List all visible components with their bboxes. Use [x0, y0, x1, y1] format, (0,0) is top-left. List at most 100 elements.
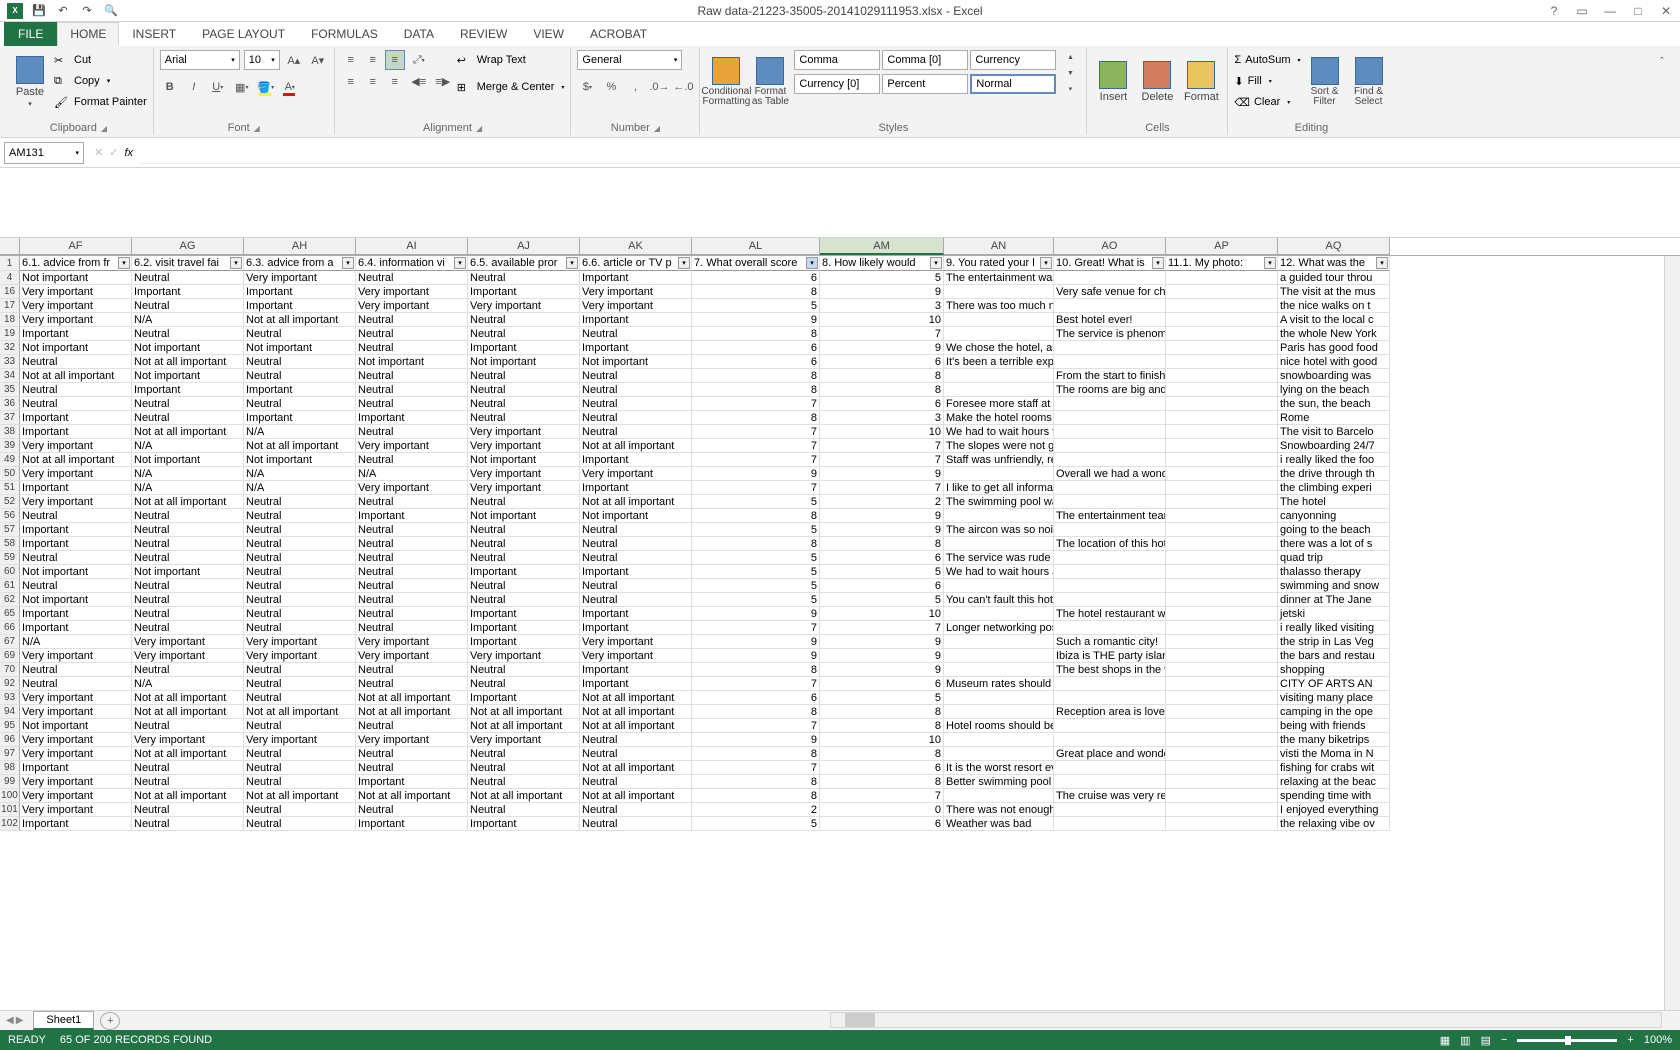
- cell[interactable]: 7: [692, 481, 820, 495]
- cell[interactable]: Not at all important: [20, 369, 132, 383]
- cell[interactable]: Not at all important: [20, 453, 132, 467]
- cell[interactable]: Very important: [244, 635, 356, 649]
- cell[interactable]: 9: [692, 313, 820, 327]
- column-header-AM[interactable]: AM: [820, 238, 944, 255]
- cell[interactable]: Neutral: [356, 719, 468, 733]
- clear-button[interactable]: ⌫Clear▾: [1234, 92, 1300, 112]
- cell[interactable]: Important: [244, 411, 356, 425]
- cell[interactable]: [944, 635, 1054, 649]
- cell[interactable]: Neutral: [132, 621, 244, 635]
- cell[interactable]: [1166, 355, 1278, 369]
- normal-view-button[interactable]: ▦: [1440, 1034, 1450, 1047]
- cell[interactable]: 8: [692, 509, 820, 523]
- cell[interactable]: [944, 369, 1054, 383]
- cell[interactable]: Neutral: [468, 677, 580, 691]
- cell[interactable]: [944, 733, 1054, 747]
- cell[interactable]: From the start to finish the customer se…: [1054, 369, 1166, 383]
- cell[interactable]: Very important: [356, 439, 468, 453]
- cell[interactable]: Not at all important: [244, 313, 356, 327]
- save-button[interactable]: 💾: [28, 1, 50, 21]
- cell[interactable]: Very important: [132, 635, 244, 649]
- cell[interactable]: Neutral: [580, 537, 692, 551]
- cell[interactable]: 7: [820, 481, 944, 495]
- sort-filter-button[interactable]: Sort & Filter: [1305, 50, 1345, 114]
- row-header[interactable]: 97: [0, 747, 20, 761]
- cell[interactable]: [1166, 313, 1278, 327]
- cell[interactable]: 5: [820, 593, 944, 607]
- cell[interactable]: 5: [692, 299, 820, 313]
- row-header[interactable]: 39: [0, 439, 20, 453]
- undo-button[interactable]: ↶: [52, 1, 74, 21]
- cell[interactable]: The service was rude and we had to wait …: [944, 551, 1054, 565]
- cell[interactable]: Important: [132, 285, 244, 299]
- cell[interactable]: Neutral: [580, 593, 692, 607]
- cell[interactable]: Important: [468, 621, 580, 635]
- cell[interactable]: [1054, 397, 1166, 411]
- cell[interactable]: Neutral: [580, 747, 692, 761]
- cell[interactable]: Very important: [356, 649, 468, 663]
- cell[interactable]: Important: [356, 817, 468, 831]
- cell[interactable]: [1054, 551, 1166, 565]
- format-painter-button[interactable]: 🖌Format Painter: [54, 92, 147, 112]
- cell[interactable]: The swimming pool was dirty. Clean it up…: [944, 495, 1054, 509]
- cell[interactable]: Very important: [132, 733, 244, 747]
- cell-style-comma[interactable]: Comma: [794, 50, 880, 70]
- cell[interactable]: [944, 789, 1054, 803]
- cell[interactable]: Important: [580, 271, 692, 285]
- bold-button[interactable]: B: [160, 77, 180, 97]
- cell[interactable]: lying on the beach: [1278, 383, 1390, 397]
- row-header[interactable]: 101: [0, 803, 20, 817]
- cell[interactable]: Important: [132, 383, 244, 397]
- cell-style-comma-0-[interactable]: Comma [0]: [882, 50, 968, 70]
- wrap-text-button[interactable]: ↩Wrap Text: [457, 50, 565, 70]
- cell[interactable]: 7: [692, 719, 820, 733]
- row-header[interactable]: 65: [0, 607, 20, 621]
- cell[interactable]: Not at all important: [132, 789, 244, 803]
- excel-app-icon[interactable]: X: [4, 1, 26, 21]
- cell[interactable]: 6: [820, 761, 944, 775]
- cell[interactable]: [1054, 439, 1166, 453]
- cell[interactable]: [1054, 495, 1166, 509]
- cell[interactable]: dinner at The Jane: [1278, 593, 1390, 607]
- cell[interactable]: 9: [820, 285, 944, 299]
- cell[interactable]: Important: [20, 523, 132, 537]
- cell[interactable]: 8: [692, 537, 820, 551]
- cell[interactable]: Important: [244, 285, 356, 299]
- cell[interactable]: Very important: [580, 299, 692, 313]
- cell[interactable]: Very important: [20, 299, 132, 313]
- fill-color-button[interactable]: 🪣▾: [256, 77, 276, 97]
- cell[interactable]: It's been a terrible experience.: [944, 355, 1054, 369]
- cell[interactable]: [1166, 663, 1278, 677]
- cell[interactable]: The hotel restaurant was great.: [1054, 607, 1166, 621]
- cell[interactable]: Neutral: [468, 579, 580, 593]
- cell[interactable]: [1054, 579, 1166, 593]
- comma-format-button[interactable]: ,: [625, 77, 645, 97]
- cell[interactable]: Staff was unfriendly, replace them.: [944, 453, 1054, 467]
- cell[interactable]: Important: [356, 509, 468, 523]
- cell[interactable]: [1166, 467, 1278, 481]
- cell[interactable]: Make the hotel rooms bigger.: [944, 411, 1054, 425]
- cell[interactable]: [1054, 733, 1166, 747]
- filter-header-cell[interactable]: 12. What was the▾: [1278, 256, 1390, 271]
- filter-header-cell[interactable]: 9. You rated your l▾: [944, 256, 1054, 271]
- cell[interactable]: Important: [356, 411, 468, 425]
- italic-button[interactable]: I: [184, 77, 204, 97]
- cell[interactable]: Important: [20, 425, 132, 439]
- cell[interactable]: swimming and snow: [1278, 579, 1390, 593]
- cell[interactable]: Not at all important: [356, 789, 468, 803]
- zoom-level[interactable]: 100%: [1644, 1034, 1672, 1046]
- row-header[interactable]: 98: [0, 761, 20, 775]
- row-header[interactable]: 93: [0, 691, 20, 705]
- cell[interactable]: 10: [820, 607, 944, 621]
- cell[interactable]: 9: [820, 341, 944, 355]
- column-header-AH[interactable]: AH: [244, 238, 356, 255]
- cell[interactable]: Neutral: [356, 621, 468, 635]
- cell[interactable]: camping in the ope: [1278, 705, 1390, 719]
- cell[interactable]: Not at all important: [244, 705, 356, 719]
- row-header[interactable]: 49: [0, 453, 20, 467]
- cell[interactable]: 10: [820, 733, 944, 747]
- cell[interactable]: Neutral: [132, 663, 244, 677]
- cell[interactable]: Not at all important: [468, 789, 580, 803]
- cell[interactable]: Very important: [20, 803, 132, 817]
- cell[interactable]: 5: [820, 565, 944, 579]
